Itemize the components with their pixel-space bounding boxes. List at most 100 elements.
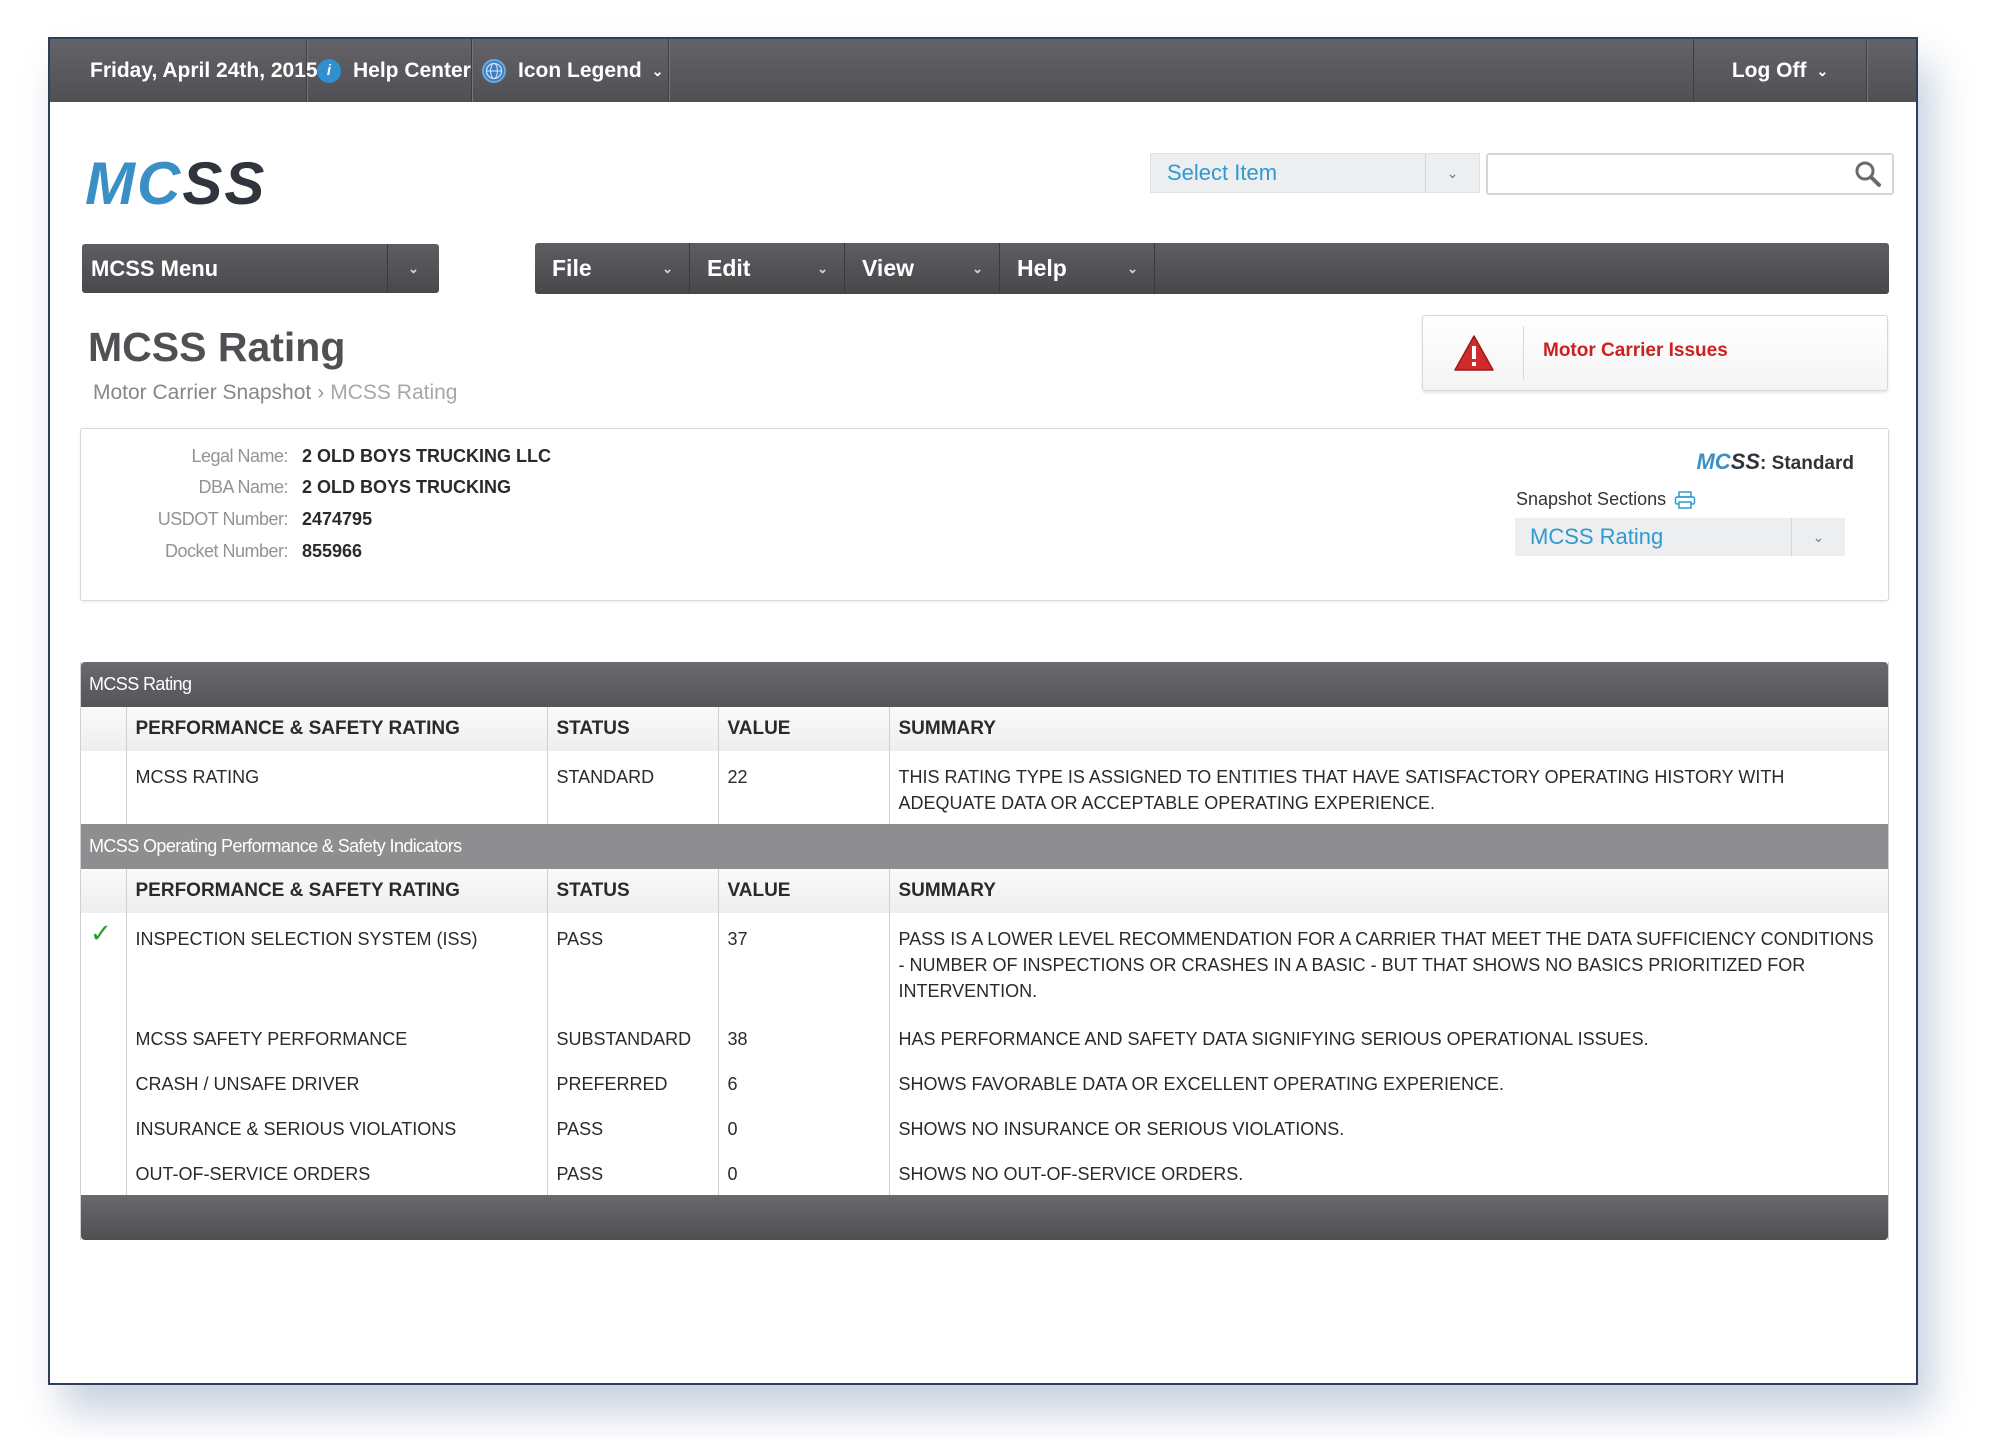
row-value-cell: 0 — [718, 1103, 890, 1148]
info-icon: i — [317, 58, 341, 83]
column-header-status: STATUS — [547, 707, 719, 751]
row-summary-cell: SHOWS FAVORABLE DATA OR EXCELLENT OPERAT… — [898, 1074, 1504, 1094]
carrier-info-panel: Legal Name: 2 OLD BOYS TRUCKING LLC DBA … — [80, 428, 1889, 601]
search-icon[interactable] — [1854, 160, 1882, 188]
column-header-check — [81, 869, 127, 913]
row-value-cell: 38 — [718, 1013, 890, 1058]
row-check-cell — [81, 1103, 127, 1148]
top-status-bar: Friday, April 24th, 2015 i Help Center I… — [50, 39, 1916, 102]
column-header-status: STATUS — [547, 869, 719, 913]
tables-footer-bar — [81, 1195, 1888, 1240]
docket-number-row: Docket Number: 855966 — [81, 536, 362, 566]
dba-name-label: DBA Name: — [198, 476, 288, 497]
column-header-value: VALUE — [718, 707, 890, 751]
table-row: OUT-OF-SERVICE ORDERS PASS 0 SHOWS NO OU… — [81, 1148, 1888, 1195]
chevron-down-icon: ⌄ — [1425, 154, 1479, 192]
chevron-down-icon: ⌄ — [651, 63, 664, 79]
column-header-rating: PERFORMANCE & SAFETY RATING — [126, 869, 548, 913]
mcss-logo[interactable]: MCSS — [85, 149, 266, 218]
row-rating-cell: MCSS SAFETY PERFORMANCE — [126, 1013, 548, 1058]
snapshot-sections-select[interactable]: MCSS Rating ⌄ — [1515, 518, 1845, 556]
print-icon[interactable] — [1674, 490, 1696, 509]
table-header-row: PERFORMANCE & SAFETY RATING STATUS VALUE… — [81, 869, 1888, 913]
row-summary-cell: HAS PERFORMANCE AND SAFETY DATA SIGNIFYI… — [898, 1029, 1649, 1049]
table-row: INSURANCE & SERIOUS VIOLATIONS PASS 0 SH… — [81, 1103, 1888, 1148]
divider — [1523, 326, 1524, 380]
row-status-cell: PASS — [547, 1148, 719, 1195]
motor-carrier-issues-button[interactable]: Motor Carrier Issues — [1422, 315, 1888, 391]
help-center-label: Help Center — [353, 58, 471, 82]
row-check-cell — [81, 1058, 127, 1103]
dba-name-value: 2 OLD BOYS TRUCKING — [302, 476, 512, 497]
usdot-number-row: USDOT Number: 2474795 — [81, 504, 372, 534]
row-rating-cell: INSPECTION SELECTION SYSTEM (ISS) — [126, 913, 548, 1013]
row-value-cell: 22 — [718, 751, 890, 824]
row-summary-cell: SHOWS NO INSURANCE OR SERIOUS VIOLATIONS… — [898, 1119, 1345, 1139]
row-value-cell: 37 — [718, 913, 890, 1013]
date-text: Friday, April 24th, 2015 — [90, 58, 318, 82]
snapshot-sections-label: Snapshot Sections — [1516, 489, 1696, 510]
column-header-summary: SUMMARY — [889, 707, 1888, 751]
docket-number-label: Docket Number: — [164, 540, 289, 561]
chevron-down-icon: ⌄ — [1791, 518, 1845, 556]
log-off-label: Log Off — [1731, 58, 1807, 82]
page-title: MCSS Rating — [88, 324, 346, 370]
column-header-check — [81, 707, 127, 751]
row-check-cell — [81, 1148, 127, 1195]
row-status-cell: PASS — [547, 1103, 719, 1148]
row-rating-cell: CRASH / UNSAFE DRIVER — [126, 1058, 548, 1103]
main-menu-bar: File ⌄ Edit ⌄ View ⌄ Help ⌄ — [535, 243, 1889, 294]
breadcrumb-link-snapshot[interactable]: Motor Carrier Snapshot — [93, 381, 311, 404]
chevron-down-icon: ⌄ — [662, 260, 673, 276]
row-value-cell: 6 — [718, 1058, 890, 1103]
search-category-select[interactable]: Select Item ⌄ — [1150, 153, 1480, 193]
mcss-rating-section-header: MCSS Rating — [81, 662, 1888, 707]
legal-name-label: Legal Name: — [191, 445, 288, 466]
row-summary-cell: PASS IS A LOWER LEVEL RECOMMENDATION FOR… — [898, 929, 1874, 1001]
breadcrumb-separator: › — [317, 381, 325, 404]
row-summary-cell: SHOWS NO OUT-OF-SERVICE ORDERS. — [898, 1164, 1244, 1184]
menu-file[interactable]: File ⌄ — [535, 243, 690, 294]
column-header-value: VALUE — [718, 869, 890, 913]
app-window: Friday, April 24th, 2015 i Help Center I… — [48, 37, 1918, 1385]
menu-help[interactable]: Help ⌄ — [1000, 243, 1155, 294]
chevron-down-icon: ⌄ — [1127, 260, 1138, 276]
row-status-cell: SUBSTANDARD — [547, 1013, 719, 1058]
checkmark-icon: ✓ — [81, 913, 127, 1013]
row-check-cell — [81, 751, 127, 824]
table-row: ✓ INSPECTION SELECTION SYSTEM (ISS) PASS… — [81, 913, 1888, 1013]
chevron-down-icon: ⌄ — [972, 260, 983, 276]
usdot-number-label: USDOT Number: — [157, 508, 289, 529]
chevron-down-icon: ⌄ — [387, 244, 439, 293]
chevron-down-icon: ⌄ — [1816, 63, 1829, 79]
help-center-link[interactable]: i Help Center — [307, 39, 472, 102]
row-status-cell: PASS — [547, 913, 719, 1013]
menu-view[interactable]: View ⌄ — [845, 243, 1000, 294]
legal-name-value: 2 OLD BOYS TRUCKING LLC — [302, 445, 552, 466]
mcss-menu-label: MCSS Menu — [91, 255, 219, 281]
indicators-table: PERFORMANCE & SAFETY RATING STATUS VALUE… — [81, 869, 1888, 1195]
row-status-cell: PREFERRED — [547, 1058, 719, 1103]
log-off-dropdown[interactable]: Log Off ⌄ — [1693, 39, 1867, 102]
globe-icon — [482, 58, 506, 83]
warning-icon — [1454, 335, 1494, 371]
table-header-row: PERFORMANCE & SAFETY RATING STATUS VALUE… — [81, 707, 1888, 751]
mcss-menu-dropdown[interactable]: MCSS Menu ⌄ — [82, 244, 439, 293]
row-status-cell: STANDARD — [547, 751, 719, 824]
snapshot-sections-value: MCSS Rating — [1530, 524, 1664, 549]
row-rating-cell: INSURANCE & SERIOUS VIOLATIONS — [126, 1103, 548, 1148]
menu-edit[interactable]: Edit ⌄ — [690, 243, 845, 294]
select-item-label: Select Item — [1167, 160, 1278, 185]
legal-name-row: Legal Name: 2 OLD BOYS TRUCKING LLC — [81, 441, 551, 471]
indicators-section-header: MCSS Operating Performance & Safety Indi… — [81, 824, 1888, 869]
column-header-summary: SUMMARY — [889, 869, 1888, 913]
mcss-rating-table: PERFORMANCE & SAFETY RATING STATUS VALUE… — [81, 707, 1888, 824]
icon-legend-dropdown[interactable]: Icon Legend ⌄ — [472, 39, 669, 102]
table-row: CRASH / UNSAFE DRIVER PREFERRED 6 SHOWS … — [81, 1058, 1888, 1103]
row-check-cell — [81, 1013, 127, 1058]
date-display: Friday, April 24th, 2015 — [50, 39, 318, 102]
table-row: MCSS RATING STANDARD 22 THIS RATING TYPE… — [81, 751, 1888, 824]
table-row: MCSS SAFETY PERFORMANCE SUBSTANDARD 38 H… — [81, 1013, 1888, 1058]
row-value-cell: 0 — [718, 1148, 890, 1195]
search-input[interactable] — [1486, 153, 1894, 195]
